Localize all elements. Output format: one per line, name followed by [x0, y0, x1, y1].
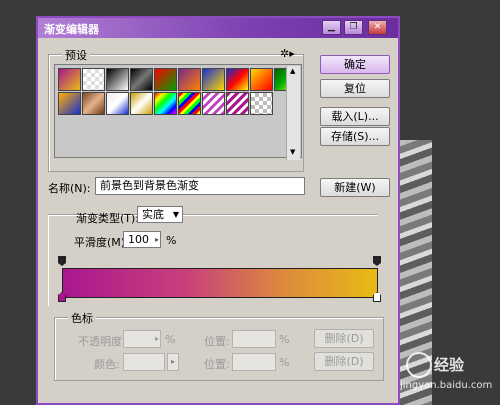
- gradient-preview-bar[interactable]: [62, 268, 378, 298]
- preset-swatch[interactable]: [250, 92, 273, 115]
- presets-list: [54, 64, 302, 158]
- gradient-type-label: 渐变类型(T):: [76, 212, 140, 225]
- preset-swatch[interactable]: [106, 68, 129, 91]
- delete-color-stop-button[interactable]: 删除(D): [314, 352, 374, 371]
- color-label: 颜色:: [94, 358, 120, 371]
- close-button[interactable]: ✕: [368, 20, 387, 35]
- watermark: 经验 jingyan.baidu.com: [400, 350, 500, 405]
- restore-icon: ❐: [349, 22, 358, 32]
- preset-swatch[interactable]: [202, 92, 225, 115]
- presets-label: 预设: [62, 47, 90, 63]
- gradient-editor-dialog: 渐变编辑器 ▁ ❐ ✕ 预设 ✲▸ ▲ ▼ 确定 复位 载入(L)... 存储(…: [36, 16, 400, 405]
- chevron-right-icon[interactable]: ▸: [167, 353, 179, 371]
- baidu-paw-icon: [406, 352, 432, 378]
- smoothness-value: 100: [128, 233, 149, 246]
- preset-swatch[interactable]: [154, 68, 177, 91]
- location-label-color: 位置:: [204, 358, 230, 371]
- smoothness-unit: %: [166, 234, 177, 247]
- presets-scrollbar[interactable]: ▲ ▼: [286, 66, 300, 160]
- color-stops-label: 色标: [68, 310, 96, 326]
- scroll-up-icon[interactable]: ▲: [290, 67, 295, 75]
- ok-button[interactable]: 确定: [320, 55, 390, 74]
- minimize-button[interactable]: ▁: [322, 20, 341, 35]
- name-field[interactable]: 前景色到背景色渐变: [95, 177, 305, 195]
- preset-swatch[interactable]: [154, 92, 177, 115]
- scroll-down-icon[interactable]: ▼: [290, 148, 295, 156]
- watermark-name: 经验: [434, 356, 465, 374]
- chevron-down-icon: ▼: [172, 210, 179, 219]
- close-icon: ✕: [373, 22, 382, 32]
- preset-swatch[interactable]: [58, 92, 81, 115]
- preset-swatch[interactable]: [130, 68, 153, 91]
- restore-button[interactable]: ❐: [344, 20, 363, 35]
- chevron-right-icon[interactable]: ▸: [155, 331, 159, 347]
- preset-swatch[interactable]: [58, 68, 81, 91]
- preset-swatch[interactable]: [82, 68, 105, 91]
- location-unit-opacity: %: [279, 333, 290, 346]
- titlebar: 渐变编辑器 ▁ ❐ ✕: [38, 18, 398, 38]
- chevron-right-icon[interactable]: ▸: [155, 232, 159, 248]
- name-label: 名称(N):: [48, 182, 91, 195]
- preset-swatch[interactable]: [226, 92, 249, 115]
- gradient-type-value: 实底: [142, 208, 164, 221]
- preset-swatch[interactable]: [178, 68, 201, 91]
- reset-button[interactable]: 复位: [320, 79, 390, 98]
- preset-swatch[interactable]: [226, 68, 249, 91]
- opacity-unit: %: [165, 333, 176, 346]
- preset-swatch[interactable]: [250, 68, 273, 91]
- preset-swatch[interactable]: [178, 92, 201, 115]
- minimize-icon: ▁: [328, 22, 335, 32]
- smoothness-field[interactable]: 100 ▸: [123, 231, 161, 248]
- location-field-opacity[interactable]: [232, 330, 276, 348]
- opacity-field[interactable]: ▸: [123, 330, 161, 348]
- watermark-url: jingyan.baidu.com: [400, 380, 493, 391]
- gear-icon[interactable]: ✲▸: [280, 47, 295, 60]
- preset-swatch[interactable]: [202, 68, 225, 91]
- delete-opacity-stop-button[interactable]: 删除(D): [314, 329, 374, 348]
- load-button[interactable]: 载入(L)...: [320, 107, 390, 126]
- save-button[interactable]: 存储(S)...: [320, 127, 390, 146]
- preset-swatch[interactable]: [106, 92, 129, 115]
- new-button[interactable]: 新建(W): [320, 178, 390, 197]
- smoothness-label: 平滑度(M):: [74, 236, 129, 249]
- preset-swatch[interactable]: [82, 92, 105, 115]
- gradient-type-select[interactable]: 实底 ▼: [137, 206, 183, 223]
- opacity-label: 不透明度:: [78, 335, 126, 348]
- location-field-color[interactable]: [232, 353, 276, 371]
- location-unit-color: %: [279, 356, 290, 369]
- preset-swatch[interactable]: [130, 92, 153, 115]
- color-swatch-field[interactable]: [123, 353, 165, 371]
- location-label-opacity: 位置:: [204, 335, 230, 348]
- dialog-title: 渐变编辑器: [44, 23, 99, 36]
